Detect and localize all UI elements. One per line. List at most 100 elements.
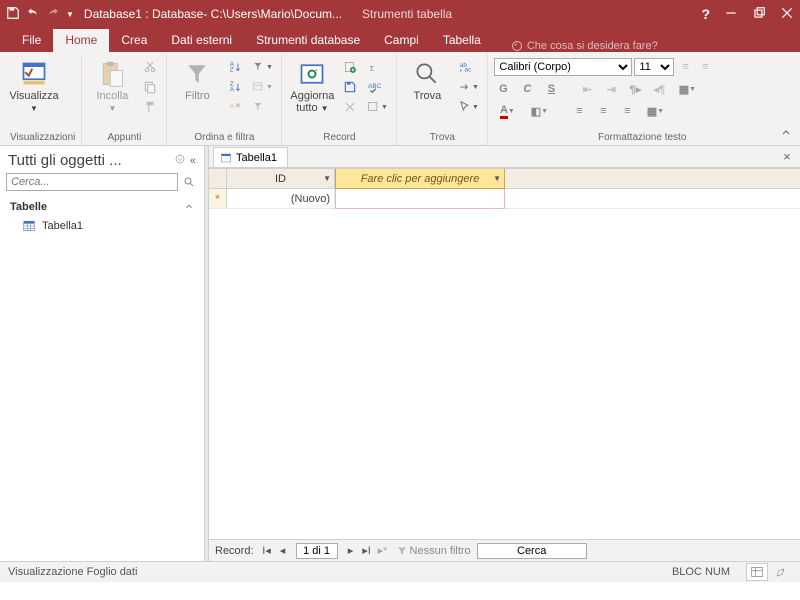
status-numlock: BLOC NUM <box>672 566 730 578</box>
alt-row-color-icon[interactable]: ▦▼ <box>642 102 668 120</box>
sort-desc-icon[interactable]: ZA <box>225 78 245 96</box>
help-icon[interactable]: ? <box>701 6 710 22</box>
trova-button[interactable]: Trova <box>403 58 451 102</box>
tab-tabella[interactable]: Tabella <box>431 29 493 52</box>
totals-icon[interactable]: Σ <box>364 58 384 76</box>
tab-crea[interactable]: Crea <box>109 29 159 52</box>
next-record-icon[interactable]: ▸ <box>344 543 358 559</box>
rtl-icon[interactable]: ◂¶ <box>650 80 668 98</box>
status-bar: Visualizzazione Foglio dati BLOC NUM <box>0 561 800 582</box>
numbering-icon[interactable]: ≡ <box>696 58 714 76</box>
align-left-icon[interactable]: ≡ <box>570 102 588 120</box>
search-icon[interactable] <box>180 173 198 191</box>
italic-button[interactable]: C <box>518 80 536 98</box>
copy-icon[interactable] <box>140 78 160 96</box>
tab-dati-esterni[interactable]: Dati esterni <box>159 29 244 52</box>
align-center-icon[interactable]: ≡ <box>594 102 612 120</box>
group-ordina-filtra: Ordina e filtra <box>173 132 275 145</box>
tab-file[interactable]: File <box>10 29 53 52</box>
advanced-filter-icon[interactable]: ▼ <box>249 78 275 96</box>
ribbon: Visualizza▼ Visualizzazioni Incolla▼ App… <box>0 52 800 146</box>
restore-icon[interactable] <box>752 6 766 23</box>
navpane-collapse-icon[interactable]: « <box>190 155 196 167</box>
underline-button[interactable]: S <box>542 80 560 98</box>
tab-home[interactable]: Home <box>53 29 109 52</box>
context-tab-title: Strumenti tabella <box>362 7 452 21</box>
record-position-input[interactable] <box>296 543 338 559</box>
last-record-icon[interactable]: ▸I <box>360 543 374 559</box>
filtro-button[interactable]: Filtro <box>173 58 221 102</box>
toggle-filter-icon[interactable] <box>249 98 269 116</box>
chevron-down-icon[interactable]: ▼ <box>493 174 501 183</box>
collapse-ribbon-icon[interactable] <box>780 127 794 141</box>
nav-item-tabella1[interactable]: Tabella1 <box>0 215 204 237</box>
new-record-icon[interactable] <box>340 58 360 76</box>
cell-id-new[interactable]: (Nuovo) <box>227 189 335 208</box>
replace-icon[interactable]: abac <box>455 58 475 76</box>
indent-right-icon[interactable]: ⇥ <box>602 80 620 98</box>
save-record-icon[interactable] <box>340 78 360 96</box>
group-formattazione: Formattazione testo <box>494 132 790 145</box>
ltr-icon[interactable]: ¶▸ <box>626 80 644 98</box>
doctab-tabella1[interactable]: Tabella1 <box>213 147 288 167</box>
tell-me-search[interactable]: Che cosa si desidera fare? <box>511 40 658 52</box>
cell-add-new[interactable] <box>335 188 505 209</box>
undo-icon[interactable] <box>26 6 40 23</box>
fill-color-icon[interactable]: ◧▼ <box>526 102 552 120</box>
svg-text:Z: Z <box>230 67 234 74</box>
group-record: Record <box>288 132 390 145</box>
first-record-icon[interactable]: I◂ <box>260 543 274 559</box>
qat-customize-icon[interactable]: ▼ <box>66 10 74 19</box>
row-selector-new[interactable]: * <box>209 189 227 208</box>
datasheet-view-icon[interactable] <box>746 563 768 581</box>
font-color-icon[interactable]: A▼ <box>494 102 520 120</box>
prev-record-icon[interactable]: ◂ <box>276 543 290 559</box>
column-header-id[interactable]: ID▼ <box>227 169 335 188</box>
group-visualizzazioni: Visualizzazioni <box>10 132 75 145</box>
font-size-select[interactable]: 11 <box>634 58 674 76</box>
new-record-nav-icon[interactable]: ▸* <box>376 543 390 559</box>
navpane-title[interactable]: Tutti gli oggetti ... <box>8 152 170 169</box>
select-all-corner[interactable] <box>209 169 227 188</box>
column-header-add[interactable]: Fare clic per aggiungere▼ <box>335 168 505 189</box>
nav-group-tabelle[interactable]: Tabelle <box>0 195 204 215</box>
group-appunti: Appunti <box>88 132 160 145</box>
sort-asc-icon[interactable]: AZ <box>225 58 245 76</box>
bullets-icon[interactable]: ≡ <box>676 58 694 76</box>
svg-text:Σ: Σ <box>370 66 374 73</box>
ribbon-tabs: File Home Crea Dati esterni Strumenti da… <box>0 28 800 52</box>
close-icon[interactable] <box>780 6 794 23</box>
navpane-search-input[interactable] <box>6 173 178 191</box>
close-doctab-icon[interactable]: × <box>780 149 794 163</box>
tab-campi[interactable]: Campi <box>372 29 431 52</box>
align-right-icon[interactable]: ≡ <box>618 102 636 120</box>
format-painter-icon[interactable] <box>140 98 160 116</box>
filter-indicator[interactable]: Nessun filtro <box>396 545 471 557</box>
design-view-icon[interactable] <box>770 563 792 581</box>
minimize-icon[interactable] <box>724 6 738 23</box>
clear-sort-icon[interactable]: A <box>225 98 245 116</box>
goto-icon[interactable]: ▼ <box>455 78 481 96</box>
chevron-down-icon[interactable]: ▼ <box>323 174 331 183</box>
redo-icon[interactable] <box>46 6 60 23</box>
document-tabs: Tabella1 × <box>209 146 800 168</box>
spelling-icon[interactable]: ABC <box>364 78 384 96</box>
more-record-icon[interactable]: ▼ <box>364 98 390 116</box>
aggiorna-tutto-button[interactable]: Aggiornatutto ▼ <box>288 58 336 114</box>
visualizza-button[interactable]: Visualizza▼ <box>10 58 58 114</box>
select-icon[interactable]: ▼ <box>455 98 481 116</box>
indent-left-icon[interactable]: ⇤ <box>578 80 596 98</box>
save-icon[interactable] <box>6 6 20 23</box>
incolla-button[interactable]: Incolla▼ <box>88 58 136 114</box>
gridlines-icon[interactable]: ▦▼ <box>674 80 700 98</box>
title-bar: ▼ Database1 : Database- C:\Users\Mario\D… <box>0 0 800 28</box>
delete-record-icon[interactable] <box>340 98 360 116</box>
font-name-select[interactable]: Calibri (Corpo) <box>494 58 632 76</box>
tab-strumenti-database[interactable]: Strumenti database <box>244 29 372 52</box>
bold-button[interactable]: G <box>494 80 512 98</box>
cut-icon[interactable] <box>140 58 160 76</box>
record-search-input[interactable] <box>477 543 587 559</box>
selection-filter-icon[interactable]: ▼ <box>249 58 275 76</box>
navpane-dropdown-icon[interactable] <box>170 153 186 168</box>
datasheet: ID▼ Fare clic per aggiungere▼ * (Nuovo) <box>209 168 800 539</box>
